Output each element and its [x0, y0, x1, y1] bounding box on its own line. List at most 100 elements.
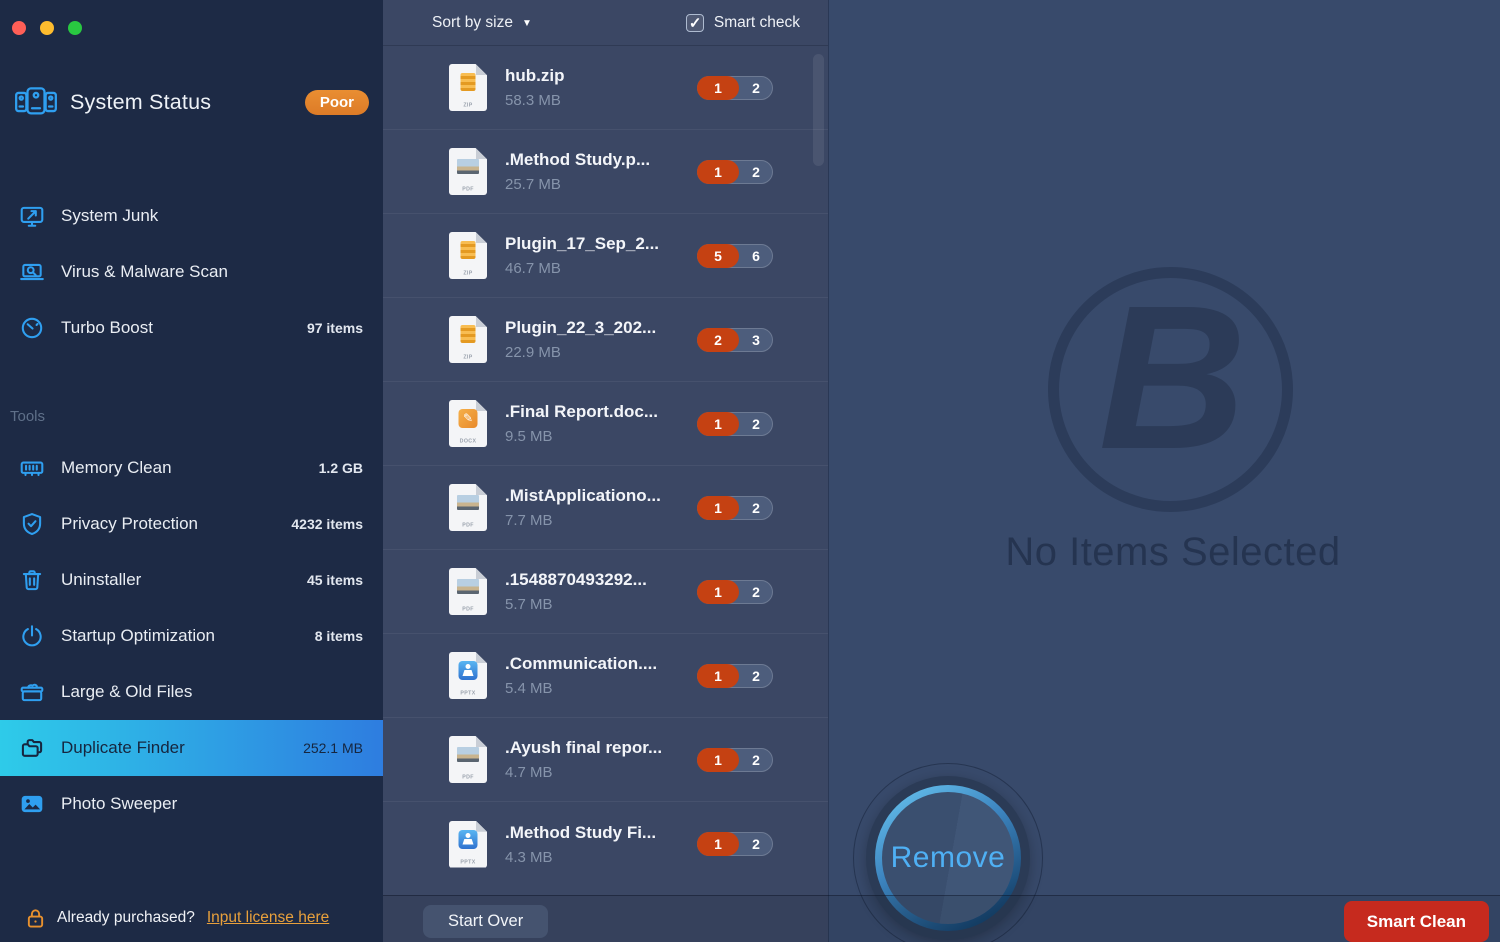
file-row[interactable]: PDF .MistApplicationo... 7.7 MB 1 2	[383, 466, 828, 550]
close-button[interactable]	[12, 21, 26, 35]
selected-count: 1	[697, 832, 739, 856]
brand-watermark: B	[1048, 267, 1293, 512]
duplicate-finder-icon	[18, 735, 45, 762]
duplicate-count-badge[interactable]: 1 2	[697, 663, 773, 688]
sidebar-item-duplicate-finder[interactable]: Duplicate Finder 252.1 MB	[0, 720, 383, 776]
file-row[interactable]: ZIP Plugin_22_3_202... 22.9 MB 2 3	[383, 298, 828, 382]
file-row[interactable]: ZIP hub.zip 58.3 MB 1 2	[383, 46, 828, 130]
selected-count: 2	[697, 327, 739, 352]
selected-count: 1	[697, 495, 739, 520]
file-name: .Final Report.doc...	[505, 402, 659, 421]
virus-malware-scan-icon	[18, 259, 45, 286]
turbo-boost-icon	[18, 315, 45, 342]
duplicate-count-badge[interactable]: 2 3	[697, 327, 773, 352]
duplicates-list-panel: Sort by size ▼ Smart check ZIP hub.zip 5…	[383, 0, 828, 942]
total-count: 6	[752, 247, 760, 264]
file-row[interactable]: DOCX .Final Report.doc... 9.5 MB 1 2	[383, 382, 828, 466]
sidebar-item-count: 45 items	[306, 572, 363, 588]
remove-button-label: Remove	[890, 841, 1006, 874]
sidebar-item-label: Turbo Boost	[61, 318, 153, 337]
file-ext-label: DOCX	[459, 438, 477, 445]
window-controls	[12, 21, 82, 35]
footer-bar: Start Over Smart Clean	[383, 895, 1500, 942]
sidebar-item-photo-sweeper[interactable]: Photo Sweeper	[0, 776, 383, 832]
chevron-down-icon: ▼	[521, 18, 532, 29]
duplicate-count-badge[interactable]: 1 2	[697, 411, 773, 436]
sidebar-item-system-junk[interactable]: System Junk	[0, 188, 383, 244]
smart-check-checkbox[interactable]	[685, 13, 704, 32]
system-junk-icon	[18, 203, 45, 230]
file-list: ZIP hub.zip 58.3 MB 1 2 PDF .Method Stud…	[383, 46, 828, 895]
sidebar-item-large-old-files[interactable]: Large & Old Files	[0, 664, 383, 720]
total-count: 2	[752, 499, 760, 516]
privacy-protection-icon	[18, 511, 45, 538]
file-size: 4.7 MB	[505, 764, 553, 781]
input-license-link[interactable]: Input license here	[207, 909, 329, 927]
startup-optimization-icon	[18, 623, 45, 650]
file-size: 4.3 MB	[505, 848, 553, 866]
file-type-icon: PPTX	[449, 652, 487, 699]
sidebar-item-label: Uninstaller	[61, 570, 142, 589]
smart-check-control[interactable]: Smart check	[685, 13, 800, 32]
duplicate-count-badge[interactable]: 1 2	[697, 495, 773, 520]
sidebar-item-turbo-boost[interactable]: Turbo Boost 97 items	[0, 300, 383, 356]
sidebar-item-count: 4232 items	[291, 516, 363, 532]
uninstaller-icon	[18, 567, 45, 594]
sort-by-size-dropdown[interactable]: Sort by size ▼	[432, 14, 532, 32]
sidebar-nav: System Junk Virus & Malware Scan Turbo B…	[0, 188, 383, 356]
sidebar-item-memory-clean[interactable]: Memory Clean 1.2 GB	[0, 440, 383, 496]
start-over-button[interactable]: Start Over	[423, 905, 549, 938]
sidebar-item-virus-malware-scan[interactable]: Virus & Malware Scan	[0, 244, 383, 300]
license-row: Already purchased? Input license here	[26, 907, 329, 929]
file-type-icon: PPTX	[449, 820, 487, 868]
duplicate-count-badge[interactable]: 1 2	[697, 159, 773, 184]
file-row[interactable]: PDF .1548870493292... 5.7 MB 1 2	[383, 550, 828, 634]
empty-selection-message: No Items Selected	[1005, 530, 1341, 574]
duplicate-count-badge[interactable]: 5 6	[697, 243, 773, 268]
file-row[interactable]: ZIP Plugin_17_Sep_2... 46.7 MB 5 6	[383, 214, 828, 298]
zoom-button[interactable]	[68, 21, 82, 35]
file-type-icon: ZIP	[449, 64, 487, 111]
selected-count: 1	[697, 75, 739, 100]
file-type-icon: PDF	[449, 568, 487, 615]
file-name: .MistApplicationo...	[505, 486, 661, 505]
total-count: 2	[752, 751, 760, 768]
file-name: .Communication....	[505, 654, 658, 673]
file-name: .Method Study Fi...	[505, 822, 657, 842]
scrollbar-thumb[interactable]	[813, 54, 824, 166]
selected-count: 1	[697, 411, 739, 436]
duplicate-count-badge[interactable]: 1 2	[697, 579, 773, 604]
sidebar-item-label: Large & Old Files	[61, 682, 193, 701]
file-name: .Ayush final repor...	[505, 738, 663, 757]
sidebar-item-startup-optimization[interactable]: Startup Optimization 8 items	[0, 608, 383, 664]
file-size: 9.5 MB	[505, 428, 553, 445]
brand-letter: B	[1098, 263, 1247, 492]
file-row[interactable]: PDF .Ayush final repor... 4.7 MB 1 2	[383, 718, 828, 802]
file-size: 7.7 MB	[505, 512, 553, 529]
sidebar: System Status Poor System Junk Virus & M…	[0, 0, 383, 942]
detail-panel: B No Items Selected Remove	[828, 0, 1500, 942]
sidebar-item-label: System Junk	[61, 206, 159, 225]
file-ext-label: PDF	[462, 606, 474, 613]
file-row[interactable]: PPTX .Method Study Fi... 4.3 MB 1 2	[383, 802, 828, 886]
sidebar-item-count: 252.1 MB	[303, 740, 363, 756]
sidebar-item-privacy-protection[interactable]: Privacy Protection 4232 items	[0, 496, 383, 552]
selected-count: 5	[697, 243, 739, 268]
duplicate-count-badge[interactable]: 1 2	[697, 832, 773, 856]
status-badge: Poor	[304, 89, 369, 115]
file-name: .Method Study.p...	[505, 150, 651, 169]
memory-clean-icon	[18, 455, 45, 482]
file-row[interactable]: PPTX .Communication.... 5.4 MB 1 2	[383, 634, 828, 718]
duplicate-count-badge[interactable]: 1 2	[697, 75, 773, 100]
smart-clean-button[interactable]: Smart Clean	[1343, 901, 1489, 942]
total-count: 2	[752, 79, 760, 96]
total-count: 2	[752, 415, 760, 432]
duplicate-count-badge[interactable]: 1 2	[697, 747, 773, 772]
file-row[interactable]: PDF .Method Study.p... 25.7 MB 1 2	[383, 130, 828, 214]
minimize-button[interactable]	[40, 21, 54, 35]
sidebar-item-uninstaller[interactable]: Uninstaller 45 items	[0, 552, 383, 608]
sidebar-item-label: Startup Optimization	[61, 626, 216, 645]
file-size: 22.9 MB	[505, 344, 561, 361]
sort-label: Sort by size	[432, 13, 513, 31]
file-ext-label: PDF	[462, 774, 474, 781]
